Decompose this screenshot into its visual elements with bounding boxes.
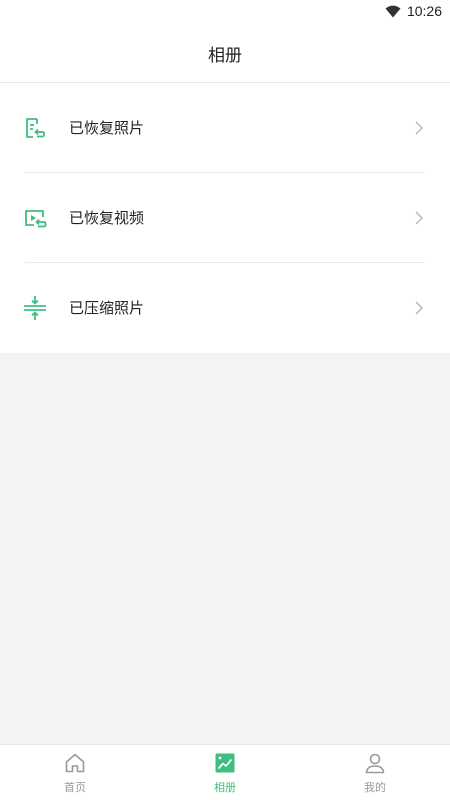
status-indicators: 10:26 (385, 3, 442, 19)
chevron-right-icon (415, 121, 424, 135)
menu-item-label: 已恢复照片 (69, 119, 145, 137)
menu-item-restored-photos[interactable]: 已恢复照片 (0, 83, 450, 173)
menu-item-restored-videos[interactable]: 已恢复视频 (0, 173, 450, 263)
compressed-photos-icon (24, 296, 46, 320)
tab-album[interactable]: 相册 (150, 745, 300, 800)
menu-item-compressed-photos[interactable]: 已压缩照片 (0, 263, 450, 353)
album-icon (215, 753, 235, 773)
menu-item-label: 已恢复视频 (69, 209, 145, 227)
chevron-right-icon (415, 211, 424, 225)
restored-videos-icon (25, 210, 47, 228)
page-title: 相册 (208, 45, 242, 66)
tab-home[interactable]: 首页 (0, 745, 150, 800)
status-time: 10:26 (406, 3, 442, 19)
menu-list: 已恢复照片 已恢复视频 已压缩照片 (0, 83, 450, 353)
status-bar: 10:26 (0, 0, 450, 24)
tab-mine[interactable]: 我的 (300, 745, 450, 800)
chevron-right-icon (415, 301, 424, 315)
tab-label: 首页 (64, 781, 86, 794)
title-bar: 相册 (0, 24, 450, 83)
menu-item-label: 已压缩照片 (69, 299, 145, 317)
bottom-tab-bar: 首页 相册 我的 (0, 744, 450, 800)
tab-label: 我的 (364, 781, 386, 794)
restored-photos-icon (26, 118, 45, 138)
user-icon (365, 753, 385, 774)
tab-label: 相册 (214, 781, 236, 794)
wifi-icon (385, 5, 401, 18)
home-icon (65, 753, 85, 773)
